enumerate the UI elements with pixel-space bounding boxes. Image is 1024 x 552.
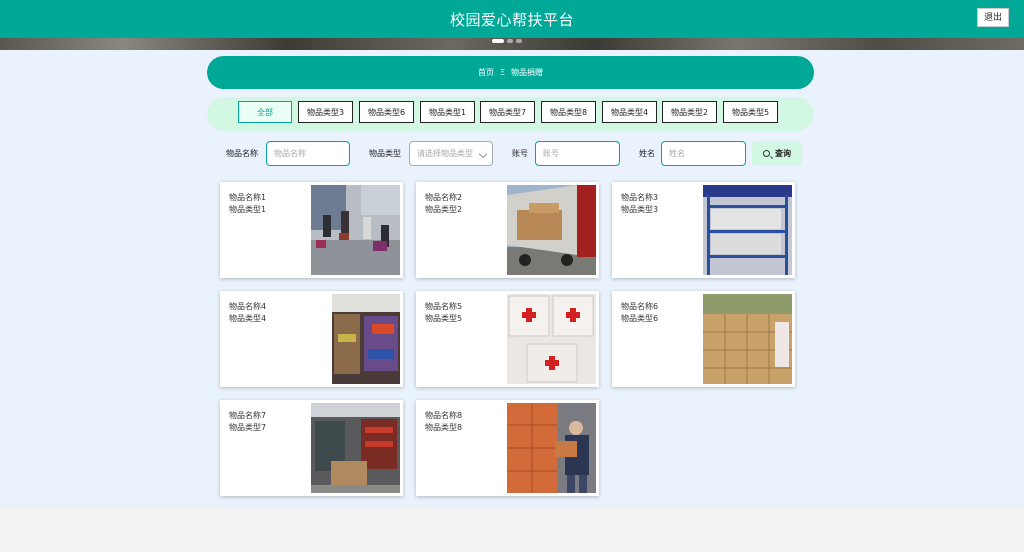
stacked-cartons-photo [703, 294, 792, 384]
account-label: 账号 [512, 149, 528, 158]
item-card[interactable]: 物品名称3 物品类型3 [612, 182, 795, 278]
worker-moving-boxes-photo [507, 403, 596, 493]
item-name: 物品名称6 [621, 302, 659, 311]
item-name: 物品名称7 [229, 411, 267, 420]
item-card[interactable]: 物品名称8 物品类型8 [416, 400, 599, 496]
item-name-input[interactable]: 物品名称 [266, 141, 350, 166]
category-tab-all[interactable]: 全部 [238, 101, 292, 123]
item-type: 物品类型2 [425, 205, 463, 214]
truck-loading-photo [507, 185, 596, 275]
category-tab[interactable]: 物品类型5 [723, 101, 778, 123]
carousel-dot-active[interactable] [492, 39, 504, 43]
main-content: 首页 Ξ 物品捐赠 全部 物品类型3 物品类型6 物品类型1 物品类型7 物品类… [0, 50, 1024, 508]
item-name: 物品名称8 [425, 411, 463, 420]
category-tab[interactable]: 物品类型1 [420, 101, 475, 123]
category-tab[interactable]: 物品类型8 [541, 101, 596, 123]
shelf-supplies-photo [703, 185, 792, 275]
breadcrumb-home[interactable]: 首页 [478, 67, 494, 78]
item-name: 物品名称4 [229, 302, 267, 311]
item-type: 物品类型8 [425, 423, 463, 432]
warehouse-store-photo [311, 403, 400, 493]
item-name-label: 物品名称 [226, 149, 258, 158]
item-card[interactable]: 物品名称7 物品类型7 [220, 400, 403, 496]
item-name: 物品名称5 [425, 302, 463, 311]
breadcrumb-current: 物品捐赠 [511, 68, 544, 77]
carousel-dot[interactable] [507, 39, 513, 43]
footer [0, 508, 1024, 552]
item-type: 物品类型7 [229, 423, 267, 432]
people-carrying-boxes-photo [311, 185, 400, 275]
item-name: 物品名称1 [229, 193, 267, 202]
logout-button[interactable]: 退出 [977, 8, 1009, 27]
item-card[interactable]: 物品名称6 物品类型6 [612, 291, 795, 387]
item-name: 物品名称3 [621, 193, 659, 202]
item-card[interactable]: 物品名称5 物品类型5 [416, 291, 599, 387]
category-tab[interactable]: 物品类型2 [662, 101, 717, 123]
carousel-dot[interactable] [516, 39, 522, 43]
category-tab[interactable]: 物品类型3 [298, 101, 353, 123]
red-cross-boxes-photo [507, 294, 596, 384]
breadcrumb-separator-icon: Ξ [499, 68, 506, 77]
item-type: 物品类型6 [621, 314, 659, 323]
site-title: 校园爱心帮扶平台 [449, 11, 574, 29]
search-button[interactable]: 查询 [752, 141, 802, 166]
item-card[interactable]: 物品名称4 物品类型4 [220, 291, 403, 387]
category-tab[interactable]: 物品类型4 [602, 101, 657, 123]
item-type: 物品类型1 [229, 205, 267, 214]
item-type: 物品类型3 [621, 205, 659, 214]
item-type: 物品类型4 [229, 314, 267, 323]
item-type-label: 物品类型 [369, 149, 401, 158]
search-button-label: 查询 [775, 149, 791, 158]
item-name: 物品名称2 [425, 193, 463, 202]
account-input[interactable]: 账号 [535, 141, 620, 166]
person-name-input[interactable]: 姓名 [661, 141, 746, 166]
store-shelves-photo [332, 294, 400, 384]
item-card[interactable]: 物品名称1 物品类型1 [220, 182, 403, 278]
breadcrumb: 首页 Ξ 物品捐赠 [207, 56, 814, 89]
item-type: 物品类型5 [425, 314, 463, 323]
top-navbar: 校园爱心帮扶平台 退出 [0, 0, 1024, 38]
item-card[interactable]: 物品名称2 物品类型2 [416, 182, 599, 278]
category-tab[interactable]: 物品类型7 [480, 101, 535, 123]
person-name-label: 姓名 [639, 149, 655, 158]
search-icon [763, 150, 770, 157]
category-tab[interactable]: 物品类型6 [359, 101, 414, 123]
